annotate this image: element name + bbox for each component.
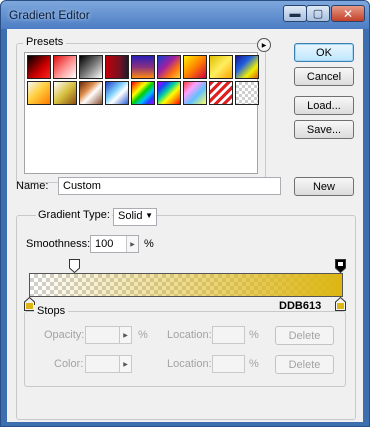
minimize-button[interactable]: ▬ (283, 5, 307, 22)
color-label: Color: (54, 358, 84, 370)
close-button[interactable]: ✕ (331, 5, 365, 22)
color-location-input[interactable] (212, 355, 245, 373)
preset-swatch-transparent-stripes[interactable] (53, 81, 77, 105)
preset-swatch-violet-orange[interactable] (131, 55, 155, 79)
preset-swatch-neutral-density[interactable] (79, 81, 103, 105)
preset-swatch-copper[interactable] (183, 55, 207, 79)
save-button[interactable]: Save... (294, 120, 354, 139)
stops-label: Stops (34, 305, 69, 317)
window-title: Gradient Editor (9, 8, 90, 22)
menu-arrow-icon: ▶ (261, 42, 267, 49)
opacity-delete-button[interactable]: Delete (275, 326, 334, 345)
presets-menu-button[interactable]: ▶ (257, 38, 271, 52)
close-icon: ✕ (342, 6, 354, 21)
color-location-unit: % (249, 358, 259, 370)
presets-label: Presets (23, 36, 67, 48)
opacity-label: Opacity: (44, 329, 85, 341)
color-delete-button[interactable]: Delete (275, 355, 334, 374)
gradient-type-value: Solid (118, 210, 143, 222)
maximize-button[interactable]: ▢ (306, 5, 330, 22)
load-button[interactable]: Load... (294, 96, 354, 115)
color-swatch-input[interactable]: ▶ (85, 355, 132, 373)
opacity-location-input[interactable] (212, 326, 245, 344)
smoothness-input[interactable]: 100 ▶ (90, 235, 139, 253)
preset-swatch-spectrum[interactable] (235, 55, 259, 79)
gradient-settings-group: Gradient Type: Solid ▼ Smoothness: 100 ▶… (16, 208, 356, 420)
preset-swatch-red-black[interactable] (105, 55, 129, 79)
preset-swatch-foreground-to-transparent[interactable] (53, 55, 77, 79)
color-stop-right[interactable] (335, 297, 346, 311)
smoothness-stepper[interactable]: ▶ (126, 236, 138, 252)
opacity-unit: % (138, 329, 148, 341)
color-stepper[interactable]: ▶ (119, 356, 131, 372)
preset-swatch-red-stripes[interactable] (209, 81, 233, 105)
maximize-icon: ▢ (312, 8, 324, 20)
cancel-button[interactable]: Cancel (294, 67, 354, 86)
preset-swatch-rainbow[interactable] (131, 81, 155, 105)
preset-swatch-yellow-violet-orange-blue[interactable] (157, 55, 181, 79)
title-bar[interactable]: Gradient Editor ▬ ▢ ✕ (1, 1, 369, 29)
color-location-label: Location: (167, 358, 212, 370)
dialog-body: Presets ▶ OK Cancel Load... Save... Name… (7, 29, 363, 422)
preset-swatch-chrome[interactable] (209, 55, 233, 79)
presets-swatch-area (24, 52, 259, 174)
minimize-icon: ▬ (289, 7, 301, 20)
gradient-type-label: Gradient Type: (36, 209, 112, 221)
preset-swatch-transparent-rainbow[interactable] (27, 81, 51, 105)
smoothness-value: 100 (95, 238, 114, 250)
gradient-preview-bar[interactable] (29, 273, 343, 297)
preset-swatch-rainbow-2[interactable] (157, 81, 181, 105)
new-button[interactable]: New (294, 177, 354, 196)
opacity-location-label: Location: (167, 329, 212, 341)
opacity-stepper[interactable]: ▶ (119, 327, 131, 343)
preset-swatch-transparent[interactable] (235, 81, 259, 105)
smoothness-label: Smoothness: (26, 238, 91, 250)
chevron-down-icon: ▼ (145, 211, 153, 220)
preset-swatch-black-white[interactable] (79, 55, 103, 79)
ok-button[interactable]: OK (294, 43, 354, 62)
presets-group: Presets ▶ (16, 36, 271, 183)
opacity-stop-right[interactable] (335, 259, 346, 273)
preset-swatch-blue-yellow-blue[interactable] (105, 81, 129, 105)
stops-group: Stops Opacity: ▶ % Location: % Delete Co… (24, 305, 346, 387)
opacity-location-unit: % (249, 329, 259, 341)
preset-swatch-rainbow-3[interactable] (183, 81, 207, 105)
opacity-input[interactable]: ▶ (85, 326, 132, 344)
smoothness-unit: % (144, 238, 154, 250)
gradient-type-select[interactable]: Solid ▼ (113, 208, 157, 226)
preset-swatch-foreground-to-background[interactable] (27, 55, 51, 79)
opacity-stop-left[interactable] (69, 259, 80, 273)
gradient-editor-window: Gradient Editor ▬ ▢ ✕ Presets ▶ OK Cance… (0, 0, 370, 427)
name-input[interactable]: Custom (58, 177, 281, 195)
name-label: Name: (16, 180, 49, 192)
